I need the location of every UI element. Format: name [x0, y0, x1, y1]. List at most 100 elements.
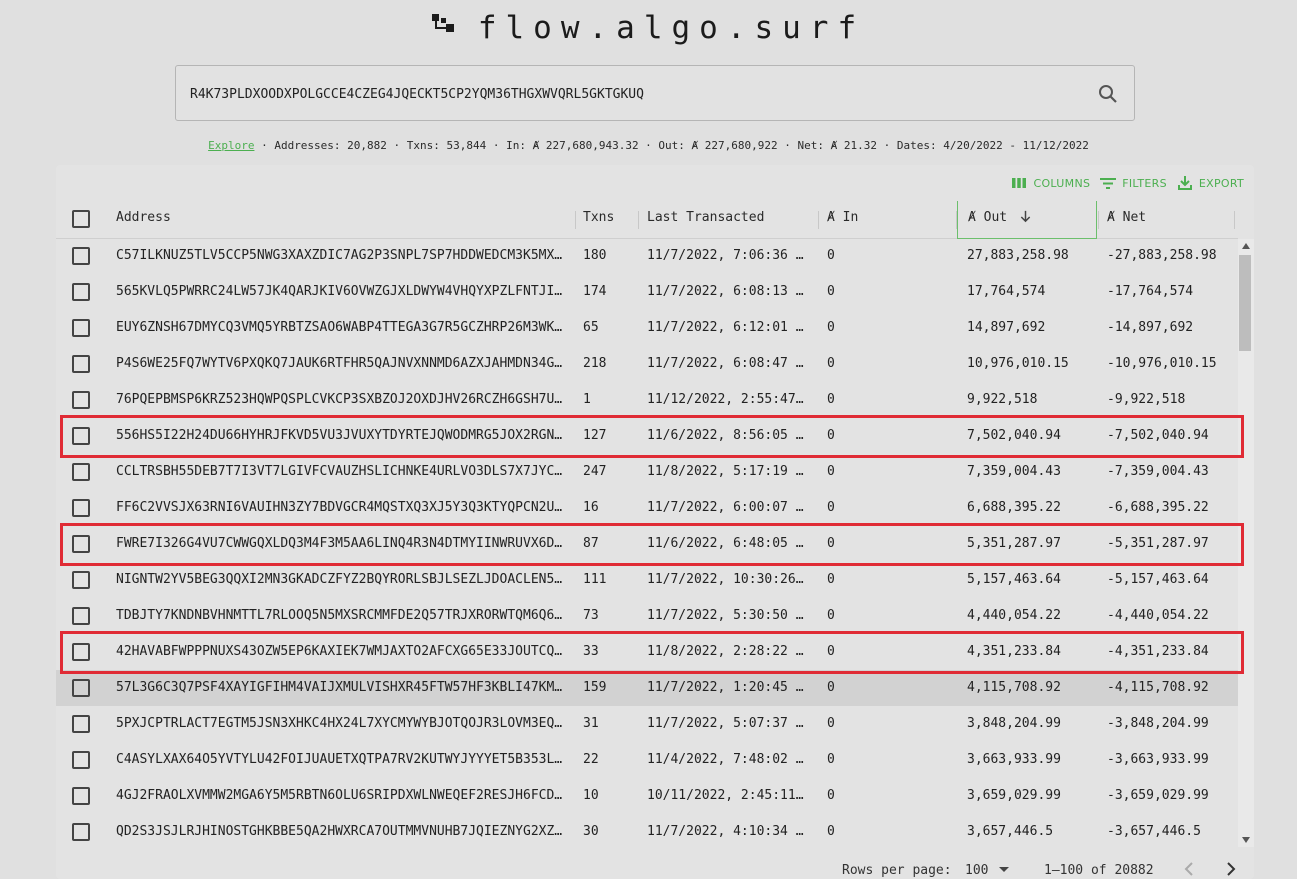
- row-checkbox[interactable]: [72, 427, 90, 445]
- table-row[interactable]: CCLTRSBH55DEB7T7I3VT7LGIVFCVAUZHSLICHNKE…: [56, 454, 1238, 490]
- cell-address[interactable]: 57L3G6C3Q7PSF4XAYIGFIHM4VAIJXMULVISHXR45…: [116, 670, 566, 706]
- sort-descending-icon[interactable]: [1019, 210, 1032, 223]
- table-row[interactable]: 4GJ2FRAOLXVMMW2MGA6Y5M5RBTN6OLU6SRIPDXWL…: [56, 778, 1238, 814]
- cell-last-transacted: 11/8/2022, 5:17:19 …: [647, 464, 804, 479]
- table-row[interactable]: FWRE7I326G4VU7CWWGQXLDQ3M4F3M5AA6LINQ4R3…: [56, 526, 1238, 562]
- row-checkbox[interactable]: [72, 607, 90, 625]
- row-checkbox[interactable]: [72, 643, 90, 661]
- cell-address[interactable]: EUY6ZNSH67DMYCQ3VMQ5YRBTZSAO6WABP4TTEGA3…: [116, 310, 566, 346]
- row-checkbox[interactable]: [72, 679, 90, 697]
- row-checkbox[interactable]: [72, 391, 90, 409]
- cell-txns: 247: [583, 464, 607, 479]
- cell-address[interactable]: 42HAVABFWPPPNUXS43OZW5EP6KAXIEK7WMJAXTO2…: [116, 634, 566, 670]
- row-checkbox[interactable]: [72, 319, 90, 337]
- cell-last-transacted: 10/11/2022, 2:45:11…: [647, 788, 804, 803]
- cell-address[interactable]: 5PXJCPTRLACT7EGTM5JSN3XHKC4HX24L7XYCMYWY…: [116, 706, 566, 742]
- column-header-txns[interactable]: Txns: [583, 201, 614, 239]
- cell-address[interactable]: CCLTRSBH55DEB7T7I3VT7LGIVFCVAUZHSLICHNKE…: [116, 454, 566, 490]
- column-header-in[interactable]: Ⱥ In: [827, 201, 858, 239]
- next-page-icon[interactable]: [1224, 861, 1238, 877]
- cell-address[interactable]: P4S6WE25FQ7WYTV6PXQKQ7JAUK6RTFHR5QAJNVXN…: [116, 346, 566, 382]
- cell-address[interactable]: TDBJTY7KNDNBVHNMTTL7RLOOQ5N5MXSRCMMFDE2Q…: [116, 598, 566, 634]
- explore-link[interactable]: Explore: [208, 139, 254, 152]
- cell-txns: 16: [583, 500, 599, 515]
- row-checkbox[interactable]: [72, 787, 90, 805]
- table-row[interactable]: QD2S3JSJLRJHINOSTGHKBBE5QA2HWXRCA7OUTMMV…: [56, 814, 1238, 846]
- table-row[interactable]: NIGNTW2YV5BEG3QQXI2MN3GKADCZFYZ2BQYRORLS…: [56, 562, 1238, 598]
- download-icon: [1177, 176, 1192, 190]
- cell-address[interactable]: 4GJ2FRAOLXVMMW2MGA6Y5M5RBTN6OLU6SRIPDXWL…: [116, 778, 566, 814]
- column-header-out[interactable]: Ⱥ Out: [957, 201, 1097, 239]
- cell-address[interactable]: FF6C2VVSJX63RNI6VAUIHN3ZY7BDVGCR4MQSTXQ3…: [116, 490, 566, 526]
- rows-per-page-select[interactable]: 100: [965, 863, 1010, 878]
- scroll-up-arrow-icon[interactable]: [1242, 243, 1250, 249]
- export-label: EXPORT: [1198, 176, 1244, 190]
- table-row[interactable]: EUY6ZNSH67DMYCQ3VMQ5YRBTZSAO6WABP4TTEGA3…: [56, 310, 1238, 346]
- cell-address[interactable]: 565KVLQ5PWRRC24LW57JK4QARJKIV6OVWZGJXLDW…: [116, 274, 566, 310]
- cell-address[interactable]: QD2S3JSJLRJHINOSTGHKBBE5QA2HWXRCA7OUTMMV…: [116, 814, 566, 846]
- search-icon[interactable]: [1098, 84, 1118, 104]
- row-checkbox[interactable]: [72, 499, 90, 517]
- cell-address[interactable]: 76PQEPBMSP6KRZ523HQWPQSPLCVKCP3SXBZOJ2OX…: [116, 382, 566, 418]
- cell-net: -3,659,029.99: [1107, 788, 1209, 803]
- scroll-down-arrow-icon[interactable]: [1242, 837, 1250, 843]
- cell-txns: 73: [583, 608, 599, 623]
- row-checkbox[interactable]: [72, 715, 90, 733]
- row-checkbox[interactable]: [72, 823, 90, 841]
- table-row[interactable]: 565KVLQ5PWRRC24LW57JK4QARJKIV6OVWZGJXLDW…: [56, 274, 1238, 310]
- cell-address[interactable]: NIGNTW2YV5BEG3QQXI2MN3GKADCZFYZ2BQYRORLS…: [116, 562, 566, 598]
- cell-address[interactable]: C57ILKNUZ5TLV5CCP5NWG3XAXZDIC7AG2P3SNPL7…: [116, 238, 566, 274]
- table-row[interactable]: FF6C2VVSJX63RNI6VAUIHN3ZY7BDVGCR4MQSTXQ3…: [56, 490, 1238, 526]
- column-separator[interactable]: [1098, 211, 1099, 229]
- row-checkbox[interactable]: [72, 463, 90, 481]
- vertical-scrollbar[interactable]: [1238, 239, 1254, 847]
- columns-button[interactable]: COLUMNS: [1011, 175, 1090, 191]
- column-separator[interactable]: [638, 211, 639, 229]
- cell-out: 10,976,010.15: [967, 356, 1069, 371]
- table-row[interactable]: C57ILKNUZ5TLV5CCP5NWG3XAXZDIC7AG2P3SNPL7…: [56, 238, 1238, 274]
- table-row[interactable]: 5PXJCPTRLACT7EGTM5JSN3XHKC4HX24L7XYCMYWY…: [56, 706, 1238, 742]
- cell-net: -4,115,708.92: [1107, 680, 1209, 695]
- previous-page-icon[interactable]: [1182, 861, 1196, 877]
- pagination-footer: Rows per page: 100 1–100 of 20882: [56, 859, 1254, 879]
- row-checkbox[interactable]: [72, 571, 90, 589]
- row-checkbox[interactable]: [72, 283, 90, 301]
- column-separator[interactable]: [818, 211, 819, 229]
- cell-in: 0: [827, 356, 835, 371]
- table-row[interactable]: 556HS5I22H24DU66HYHRJFKVD5VU3JVUXYTDYRTE…: [56, 418, 1238, 454]
- select-all-checkbox[interactable]: [72, 210, 90, 228]
- table-row[interactable]: C4ASYLXAX64O5YVTYLU42FOIJUAUETXQTPA7RV2K…: [56, 742, 1238, 778]
- column-header-address[interactable]: Address: [116, 201, 171, 239]
- scrollbar-thumb[interactable]: [1239, 255, 1251, 351]
- cell-net: -17,764,574: [1107, 284, 1194, 299]
- cell-in: 0: [827, 644, 835, 659]
- cell-txns: 22: [583, 752, 599, 767]
- table-row[interactable]: P4S6WE25FQ7WYTV6PXQKQ7JAUK6RTFHR5QAJNVXN…: [56, 346, 1238, 382]
- row-checkbox[interactable]: [72, 535, 90, 553]
- row-checkbox[interactable]: [72, 751, 90, 769]
- column-header-net[interactable]: Ⱥ Net: [1107, 201, 1146, 239]
- column-header-last-transacted[interactable]: Last Transacted: [647, 201, 764, 239]
- row-checkbox[interactable]: [72, 247, 90, 265]
- caret-down-icon: [999, 867, 1010, 872]
- search-input[interactable]: [190, 80, 1070, 108]
- cell-last-transacted: 11/7/2022, 10:30:26…: [647, 572, 804, 587]
- cell-in: 0: [827, 788, 835, 803]
- filters-label: FILTERS: [1122, 176, 1167, 190]
- cell-txns: 174: [583, 284, 607, 299]
- export-button[interactable]: EXPORT: [1177, 175, 1244, 191]
- cell-address[interactable]: 556HS5I22H24DU66HYHRJFKVD5VU3JVUXYTDYRTE…: [116, 418, 566, 454]
- cell-address[interactable]: FWRE7I326G4VU7CWWGQXLDQ3M4F3M5AA6LINQ4R3…: [116, 526, 566, 562]
- table-row[interactable]: TDBJTY7KNDNBVHNMTTL7RLOOQ5N5MXSRCMMFDE2Q…: [56, 598, 1238, 634]
- column-separator[interactable]: [575, 211, 576, 229]
- cell-out: 3,659,029.99: [967, 788, 1061, 803]
- table-row[interactable]: 57L3G6C3Q7PSF4XAYIGFIHM4VAIJXMULVISHXR45…: [56, 670, 1238, 706]
- table-row[interactable]: 76PQEPBMSP6KRZ523HQWPQSPLCVKCP3SXBZOJ2OX…: [56, 382, 1238, 418]
- site-title[interactable]: flow.algo.surf: [478, 10, 865, 46]
- row-checkbox[interactable]: [72, 355, 90, 373]
- table-row[interactable]: 42HAVABFWPPPNUXS43OZW5EP6KAXIEK7WMJAXTO2…: [56, 634, 1238, 670]
- cell-address[interactable]: C4ASYLXAX64O5YVTYLU42FOIJUAUETXQTPA7RV2K…: [116, 742, 566, 778]
- filters-button[interactable]: FILTERS: [1100, 175, 1167, 191]
- column-separator[interactable]: [1234, 211, 1235, 229]
- cell-in: 0: [827, 716, 835, 731]
